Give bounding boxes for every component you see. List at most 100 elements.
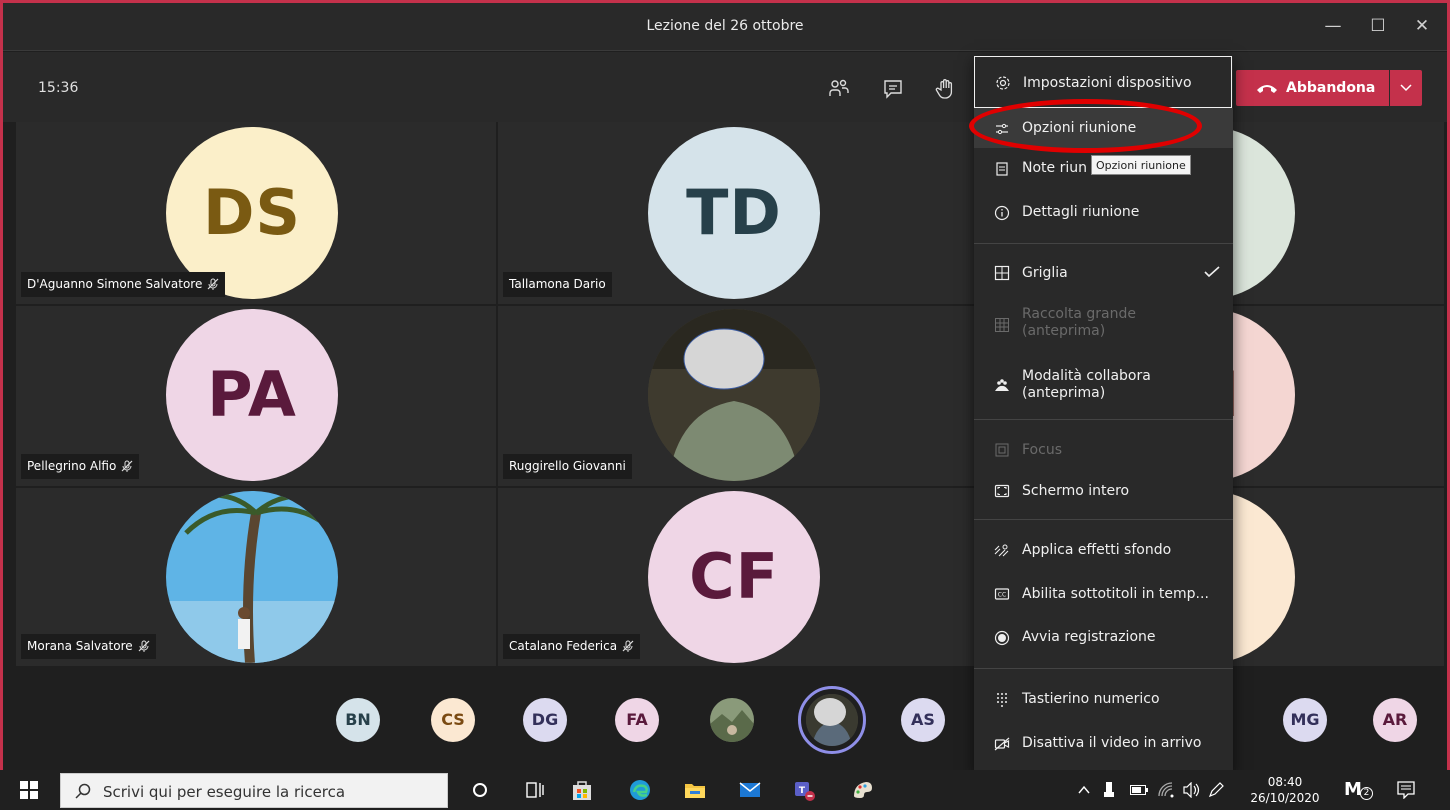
- pen-icon[interactable]: [1208, 782, 1224, 798]
- menu-item-fullscreen[interactable]: Schermo intero: [974, 470, 1233, 512]
- background-effects-icon: [994, 544, 1009, 557]
- clock-date: 26/10/2020: [1250, 791, 1320, 805]
- app-badge[interactable]: M 2: [1344, 779, 1374, 803]
- menu-item-meeting-details[interactable]: Dettagli riunione: [974, 190, 1233, 234]
- taskbar-clock[interactable]: 08:40 26/10/2020: [1250, 774, 1320, 806]
- volume-icon[interactable]: [1182, 782, 1200, 798]
- mic-off-icon: [622, 640, 634, 652]
- chat-icon[interactable]: [882, 78, 904, 100]
- teams-meeting-window: Lezione del 26 ottobre — ☐ ✕ 15:36 Abban…: [0, 0, 1450, 810]
- mail-icon[interactable]: [738, 778, 762, 802]
- participant-tile[interactable]: M: [1233, 306, 1444, 486]
- wifi-icon[interactable]: [1158, 782, 1176, 798]
- landscape-photo-icon: [710, 698, 754, 742]
- highlight-annotation: [969, 99, 1202, 153]
- usb-device-icon[interactable]: [1103, 782, 1115, 798]
- participant-tile[interactable]: Ruggirello Giovanni: [498, 306, 974, 486]
- leave-button[interactable]: Abbandona: [1236, 70, 1389, 106]
- participant-tile[interactable]: CF Catalano Federica: [498, 488, 974, 666]
- mini-photo[interactable]: [710, 698, 754, 742]
- avatar: TD: [648, 127, 820, 299]
- person-photo-icon: [806, 694, 858, 746]
- menu-item-label: Avvia registrazione: [1022, 629, 1156, 645]
- mini-avatar[interactable]: MG: [1283, 698, 1327, 742]
- participant-tile[interactable]: A: [1233, 122, 1444, 304]
- mini-photo[interactable]: [806, 694, 858, 746]
- mini-avatar[interactable]: AR: [1373, 698, 1417, 742]
- menu-item-start-recording[interactable]: Avvia registrazione: [974, 616, 1233, 660]
- menu-item-sublabel: (anteprima): [1022, 385, 1106, 401]
- menu-item-dialpad[interactable]: Tastierino numerico: [974, 678, 1233, 722]
- menu-item-large-gallery[interactable]: Raccolta grande (anteprima): [974, 300, 1233, 352]
- menu-item-grid[interactable]: Griglia: [974, 252, 1233, 296]
- dialpad-icon: [997, 693, 1007, 707]
- cortana-icon[interactable]: [468, 778, 492, 802]
- participant-tile[interactable]: Morana Salvatore: [16, 488, 496, 666]
- mini-avatar[interactable]: CS: [431, 698, 475, 742]
- window-title: Lezione del 26 ottobre: [646, 18, 804, 34]
- menu-item-label: Modalità collabora: [1022, 368, 1151, 384]
- paint-icon[interactable]: [850, 778, 874, 802]
- checkmark-icon: [1204, 266, 1220, 278]
- menu-divider: [974, 519, 1233, 520]
- chevron-up-icon[interactable]: [1078, 785, 1090, 795]
- search-icon: [75, 783, 91, 799]
- mic-off-icon: [121, 460, 133, 472]
- app-badge-icon: M: [1344, 779, 1362, 800]
- participant-tile[interactable]: E: [1233, 488, 1444, 666]
- participant-name-tag: Ruggirello Giovanni: [503, 454, 632, 479]
- avatar: E: [1233, 491, 1295, 663]
- captions-icon: CC: [994, 588, 1010, 600]
- menu-divider: [974, 419, 1233, 420]
- palm-tree-photo-icon: [166, 491, 338, 663]
- participant-name: Ruggirello Giovanni: [509, 459, 626, 473]
- participant-tile[interactable]: PA Pellegrino Alfio: [16, 306, 496, 486]
- title-bar: Lezione del 26 ottobre — ☐ ✕: [3, 3, 1447, 51]
- menu-divider: [974, 668, 1233, 669]
- task-view-icon[interactable]: [523, 778, 547, 802]
- maximize-button[interactable]: ☐: [1363, 13, 1393, 39]
- info-icon: [994, 205, 1010, 221]
- action-center-icon[interactable]: [1397, 781, 1415, 799]
- store-icon[interactable]: [570, 778, 594, 802]
- menu-item-live-captions[interactable]: CC Abilita sottotitoli in temp...: [974, 572, 1233, 616]
- windows-start-icon[interactable]: [20, 781, 38, 799]
- participant-name: Pellegrino Alfio: [27, 459, 117, 473]
- video-off-icon: [994, 737, 1010, 751]
- menu-item-turn-off-incoming-video[interactable]: Disattiva il video in arrivo: [974, 722, 1233, 766]
- taskbar-search-box[interactable]: Scrivi qui per eseguire la ricerca: [60, 773, 448, 808]
- mini-avatar[interactable]: DG: [523, 698, 567, 742]
- close-button[interactable]: ✕: [1407, 13, 1437, 39]
- menu-item-label: Abilita sottotitoli in temp...: [1022, 586, 1209, 602]
- participant-name: Tallamona Dario: [509, 277, 606, 291]
- menu-item-label: Dettagli riunione: [1022, 204, 1140, 220]
- file-explorer-icon[interactable]: [683, 778, 707, 802]
- menu-item-label: Tastierino numerico: [1022, 691, 1160, 707]
- participant-tile[interactable]: DS D'Aguanno Simone Salvatore: [16, 122, 496, 304]
- battery-icon[interactable]: [1130, 784, 1148, 796]
- leave-options-button[interactable]: [1390, 70, 1422, 106]
- menu-item-label: Griglia: [1022, 265, 1068, 281]
- edge-browser-icon[interactable]: [628, 778, 652, 802]
- menu-item-background-effects[interactable]: Applica effetti sfondo: [974, 528, 1233, 572]
- menu-item-label: Focus: [1022, 442, 1062, 458]
- teams-icon[interactable]: T: [792, 778, 816, 802]
- tooltip: Opzioni riunione: [1091, 155, 1191, 175]
- participant-name-tag: Tallamona Dario: [503, 272, 612, 297]
- svg-text:CC: CC: [998, 592, 1006, 599]
- minimize-button[interactable]: —: [1318, 13, 1348, 39]
- participant-photo: [648, 309, 820, 481]
- avatar: A: [1233, 127, 1295, 299]
- menu-item-together-mode[interactable]: Modalità collabora (anteprima): [974, 360, 1233, 412]
- participant-tile[interactable]: TD Tallamona Dario: [498, 122, 974, 304]
- participant-name: Catalano Federica: [509, 639, 618, 653]
- mini-avatar[interactable]: AS: [901, 698, 945, 742]
- mini-avatar[interactable]: FA: [615, 698, 659, 742]
- together-mode-icon: [995, 379, 1009, 391]
- mini-avatar[interactable]: BN: [336, 698, 380, 742]
- menu-item-focus[interactable]: Focus: [974, 430, 1233, 470]
- participant-name: D'Aguanno Simone Salvatore: [27, 277, 203, 291]
- avatar: PA: [166, 309, 338, 481]
- raise-hand-icon[interactable]: [935, 78, 957, 100]
- participants-icon[interactable]: [828, 78, 850, 100]
